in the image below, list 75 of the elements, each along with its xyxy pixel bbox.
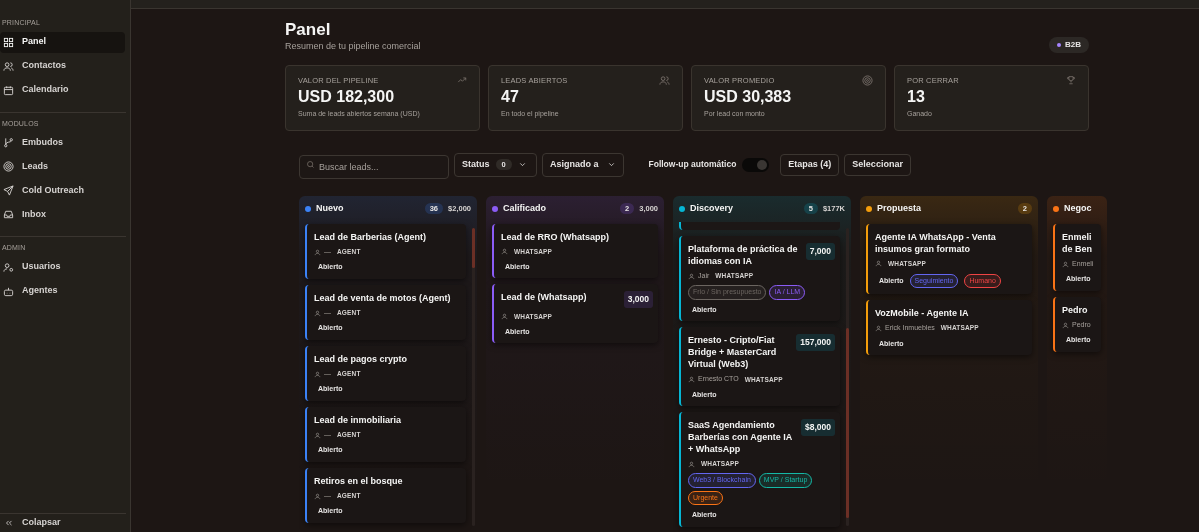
amount-badge: 7,000 xyxy=(805,242,835,260)
lead-title: Agente IA WhatsApp - Venta insumos gran formato xyxy=(875,230,997,255)
nav-item[interactable]: Inbox xyxy=(0,204,125,225)
workspace-badge: B2B xyxy=(1049,37,1089,53)
person-icon xyxy=(314,492,321,500)
scrollbar[interactable] xyxy=(846,227,849,526)
stages-button[interactable]: Etapas (4) xyxy=(780,153,840,176)
assignee-filter[interactable]: Asignado a xyxy=(542,152,624,177)
person-icon xyxy=(501,248,508,256)
select-button[interactable]: Seleccionar xyxy=(844,153,911,176)
search-field[interactable]: Buscar leads... xyxy=(299,154,449,179)
person-icon xyxy=(688,376,695,383)
target-icon xyxy=(3,161,14,172)
search-icon xyxy=(306,159,315,169)
lead-title: VozMobile - Agente IA xyxy=(875,307,970,319)
users-icon xyxy=(659,74,670,86)
nav-item[interactable]: Agentes xyxy=(0,280,125,302)
nav-item[interactable]: Contactos xyxy=(0,55,125,77)
nav-item[interactable]: Usuarios xyxy=(0,256,125,278)
person-icon xyxy=(501,313,508,321)
amount-badge: 3,000 xyxy=(623,291,653,308)
person-icon xyxy=(1062,321,1069,329)
person-icon xyxy=(314,431,321,439)
person-icon xyxy=(875,260,882,268)
lead-title: Lead de (Whatsapp) xyxy=(501,291,588,303)
nav-item[interactable]: Leads xyxy=(0,156,125,177)
person-icon xyxy=(688,272,695,280)
stat-value: USD 182,300 xyxy=(298,87,396,107)
person-icon xyxy=(1062,260,1069,268)
double-chevron-icon xyxy=(4,518,14,528)
person-icon xyxy=(688,460,695,468)
lead-title: Plataforma de práctica de idiomas con IA xyxy=(688,242,799,267)
followup-toggle[interactable] xyxy=(742,157,770,172)
nav-item[interactable]: Embudos xyxy=(0,132,125,153)
lead-title: Retiros en el bosque xyxy=(314,474,404,487)
page-title: Panel xyxy=(285,19,332,41)
inbox-icon xyxy=(3,209,14,220)
nav-item[interactable]: Calendario xyxy=(0,79,125,101)
stage-name: Propuesta xyxy=(877,202,921,215)
branch-icon xyxy=(3,137,14,148)
paper-plane-icon xyxy=(3,185,14,196)
lead-title: SaaS Agendamiento Barberías con Agente IA + WhatsApp xyxy=(688,419,793,456)
trophy-icon xyxy=(1066,75,1076,86)
nav-item[interactable]: Panel xyxy=(0,31,125,53)
lead-title: Lead de inmobiliaria xyxy=(314,413,403,426)
calendar-icon xyxy=(3,84,14,96)
collapse-button[interactable]: Colapsar xyxy=(0,514,130,532)
stage-name: Nuevo xyxy=(316,202,344,215)
lead-title: Pedro xyxy=(1062,303,1089,316)
stat-value: USD 30,383 xyxy=(704,87,793,107)
toggle-label: Follow-up automático xyxy=(648,158,737,172)
users-icon xyxy=(3,60,14,72)
amount-badge: $8,000 xyxy=(801,419,835,436)
person-icon xyxy=(314,248,321,256)
lead-title: Lead de RRO (Whatsapp) xyxy=(501,230,610,243)
person-icon xyxy=(875,324,882,332)
target-icon xyxy=(862,74,873,86)
lead-title: Enmeli de Ben xyxy=(1062,230,1093,255)
person-icon xyxy=(314,309,321,317)
robot-icon xyxy=(3,285,14,297)
person-icon xyxy=(314,370,321,378)
page-subtitle: Resumen de tu pipeline comercial xyxy=(285,40,421,54)
stat-value: 13 xyxy=(907,87,926,107)
amount-badge: 157,000 xyxy=(796,334,835,351)
nav-item[interactable]: Cold Outreach xyxy=(0,180,125,201)
lead-title: Lead de venta de motos (Agent) xyxy=(314,291,452,304)
grid-icon xyxy=(3,36,14,48)
stage-name: Calificado xyxy=(503,202,546,215)
lead-title: Lead de Barberias (Agent) xyxy=(314,230,428,243)
stat-value: 47 xyxy=(501,87,520,107)
stage-name: Discovery xyxy=(690,202,734,215)
lead-title: Ernesto - Cripto/Fiat Bridge + MasterCard Virtual (Web3) xyxy=(688,334,778,371)
lead-title: Lead de pagos crypto xyxy=(314,352,409,365)
stage-name: Negoc xyxy=(1064,202,1092,215)
user-gear-icon xyxy=(3,261,14,273)
